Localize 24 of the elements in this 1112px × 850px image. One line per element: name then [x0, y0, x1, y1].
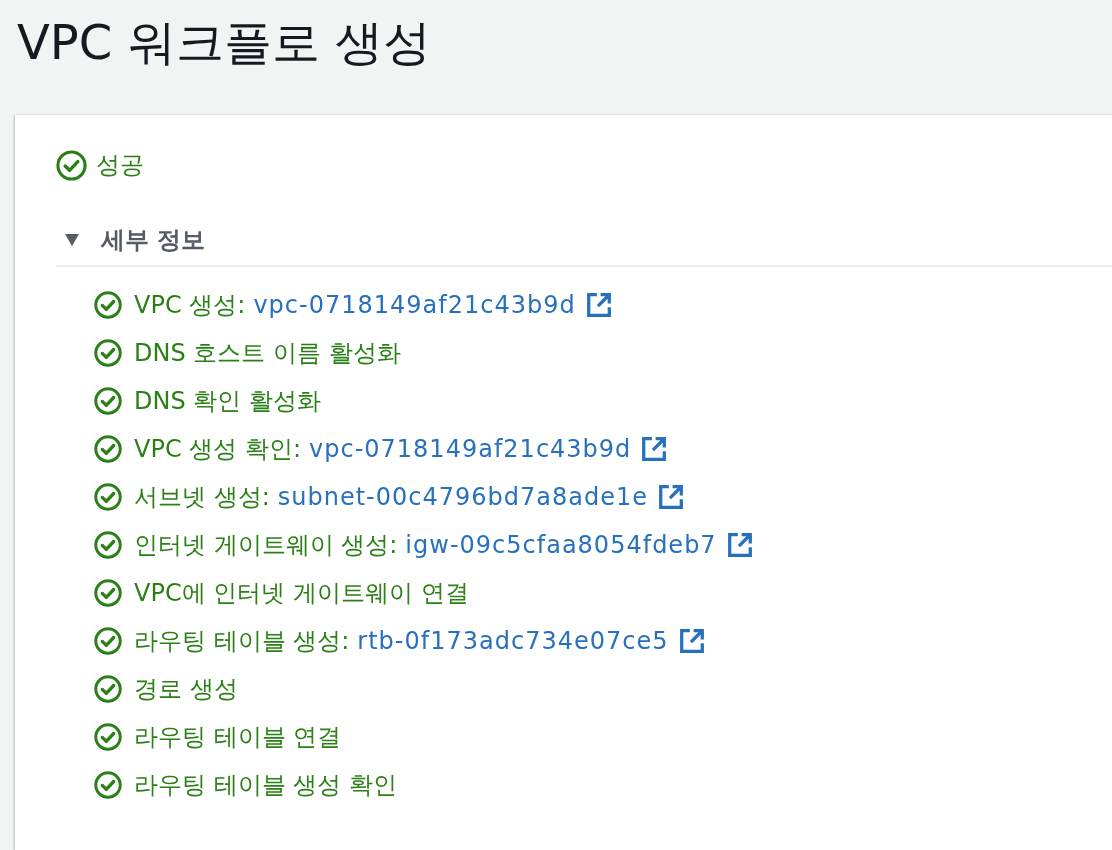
- external-link-icon: [585, 292, 612, 318]
- step-label: 경로 생성: [134, 674, 238, 705]
- step-label: VPC 생성:: [134, 290, 246, 321]
- external-link-icon: [678, 628, 705, 654]
- details-toggle[interactable]: 세부 정보: [65, 224, 206, 256]
- step-label: 라우팅 테이블 생성:: [134, 626, 350, 657]
- step-label: 라우팅 테이블 생성 확인: [134, 770, 397, 801]
- resource-link[interactable]: vpc-0718149af21c43b9d: [309, 435, 668, 463]
- resource-link[interactable]: vpc-0718149af21c43b9d: [253, 291, 612, 319]
- step-label: 인터넷 게이트웨이 생성:: [134, 530, 398, 561]
- external-link-icon: [726, 532, 753, 558]
- step-label: DNS 확인 활성화: [134, 386, 321, 417]
- external-link-icon: [658, 484, 684, 510]
- step-label: DNS 호스트 이름 활성화: [134, 338, 401, 369]
- resource-link[interactable]: rtb-0f173adc734e07ce5: [357, 627, 705, 655]
- external-link-icon: [641, 436, 668, 462]
- status-label: 성공: [96, 150, 144, 181]
- step-label: VPC에 인터넷 게이트웨이 연결: [134, 578, 469, 609]
- page-title: VPC 워크플로 생성: [17, 14, 431, 70]
- resource-link[interactable]: igw-09c5cfaa8054fdeb7: [405, 531, 753, 559]
- step-label: 서브넷 생성:: [134, 482, 270, 513]
- step-label: VPC 생성 확인:: [134, 434, 301, 465]
- step-label: 라우팅 테이블 연결: [134, 722, 342, 753]
- resource-link[interactable]: subnet-00c4796bd7a8ade1e: [277, 483, 684, 511]
